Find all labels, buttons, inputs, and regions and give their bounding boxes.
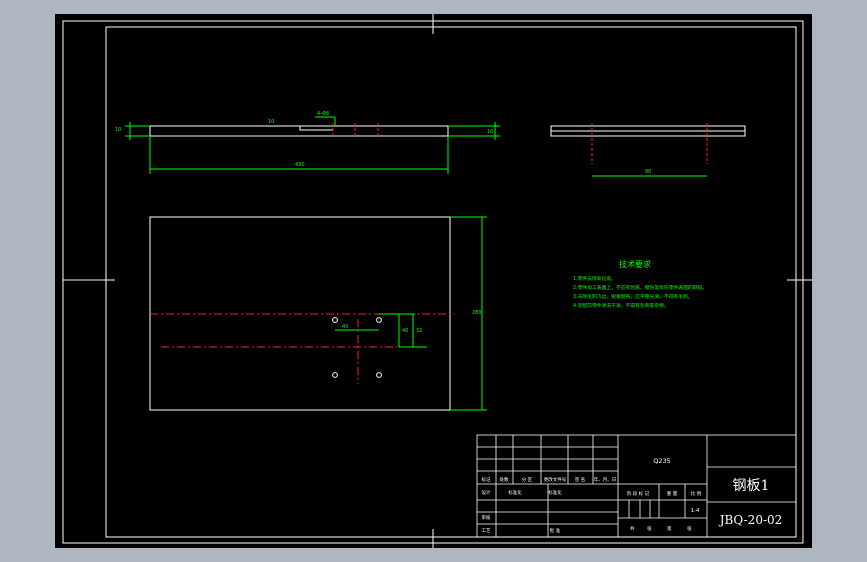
tb-label-date: 年、月、日	[594, 476, 617, 483]
tb-label-scale: 比 例	[691, 490, 702, 497]
plan-view: 280 40 40 32	[149, 216, 487, 411]
tb-label-stage: 阶 段 标 记	[627, 490, 650, 497]
drawing-number: JBQ-20-02	[718, 513, 783, 527]
tb-label-count: 处数	[500, 476, 509, 483]
outer-border	[62, 20, 804, 544]
side-view: 80	[550, 123, 746, 177]
technical-requirements: 技术要求 1.零件去除氧化皮。 2.零件加工表面上，不应有划痕、擦伤等损伤零件表…	[573, 259, 707, 309]
tb-label-process: 工艺	[482, 528, 491, 534]
tb-sheet-total: 共	[630, 525, 635, 532]
scale-value: 1:4	[691, 508, 700, 514]
dim-top-left-height: 10	[115, 127, 121, 133]
tb-sheet-unit-2: 张	[687, 525, 692, 532]
dim-top-length: 430	[295, 162, 305, 168]
tb-label-designer: 设计	[482, 489, 491, 496]
tb-label-change: 更改文件号	[544, 476, 567, 483]
cad-drawing-view: 10 10 430 4-Φ8 10 80 280 40 40 32 技术要求 1…	[55, 14, 812, 548]
material-label: Q235	[653, 457, 671, 465]
dim-hole-spacing: 40	[342, 324, 348, 330]
tb-label-review: 审核	[482, 514, 491, 521]
tb-label-std: 标准化	[508, 489, 522, 496]
inner-frame	[105, 26, 797, 538]
dim-hole-offset: 40	[402, 328, 408, 334]
tb-sheet-index: 第	[667, 525, 672, 532]
tb-label-mark: 标记	[482, 476, 491, 483]
dim-step-label: 10	[268, 119, 274, 125]
tech-req-item-3: 3.去除毛刺飞边，锐角倒钝，应平整光滑，不得有毛刺。	[573, 293, 693, 300]
dim-hole-offset-2: 32	[416, 328, 422, 334]
front-view-outline	[149, 125, 449, 137]
tech-req-item-1: 1.零件去除氧化皮。	[573, 275, 616, 282]
tb-label-sign: 签 名	[575, 476, 585, 483]
tb-label-standardization: 标准化	[548, 489, 562, 496]
dim-top-right-height: 10	[487, 129, 493, 135]
tb-sheet-unit-1: 张	[647, 525, 652, 532]
dim-hole-label: 4-Φ8	[317, 111, 329, 117]
tb-label-weight: 重 量	[667, 490, 678, 497]
tech-req-item-2: 2.零件加工表面上，不应有划痕、擦伤等损伤零件表面的缺陷。	[573, 284, 707, 291]
dim-side-width: 80	[645, 169, 651, 175]
part-name: 钢板1	[733, 478, 770, 494]
front-view: 10 10 430 4-Φ8 10	[115, 111, 500, 174]
dim-plan-height: 280	[472, 310, 482, 316]
drawing-canvas: 10 10 430 4-Φ8 10 80 280 40 40 32 技术要求 1…	[62, 14, 812, 548]
tb-label-approve: 批 准	[550, 527, 561, 534]
tech-req-title: 技术要求	[619, 259, 651, 269]
tech-req-item-4: 4.装配前零件清洗干净，不得有毛刺等杂物。	[573, 302, 669, 309]
tb-label-zone: 分 区	[522, 476, 533, 483]
